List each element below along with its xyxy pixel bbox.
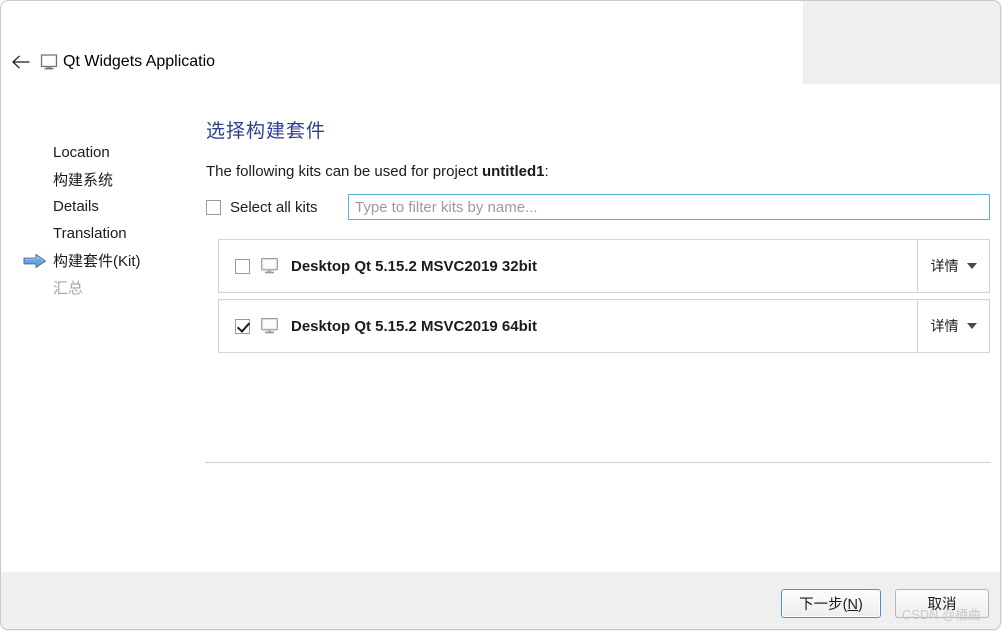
project-name: untitled1	[481, 163, 545, 180]
select-all-kits-checkbox[interactable]: Select all kits	[206, 194, 318, 221]
sidebar-item-details[interactable]: Details	[1, 193, 191, 220]
wizard-title-bar: Qt Widgets Applicatio	[0, 0, 803, 84]
kit-filter-input[interactable]	[348, 194, 990, 220]
sidebar-item-kits[interactable]: 构建套件(Kit)	[1, 247, 191, 274]
description-prefix: The following kits can be used for proje…	[206, 163, 482, 180]
wizard-title-text: Qt Widgets Applicatio	[63, 53, 216, 70]
kit-row-main[interactable]: Desktop Qt 5.15.2 MSVC2019 32bit	[219, 240, 917, 292]
next-button[interactable]: 下一步(N)	[781, 589, 881, 618]
page-description: The following kits can be used for proje…	[206, 163, 549, 180]
blue-right-arrow-icon	[23, 253, 47, 268]
back-arrow-icon	[11, 54, 31, 70]
page-title: 选择构建套件	[206, 121, 327, 142]
select-all-kits-label: Select all kits	[230, 199, 318, 216]
sidebar-item-translation[interactable]: Translation	[1, 220, 191, 247]
sidebar-item-label: 汇总	[53, 280, 84, 297]
chevron-down-icon	[966, 263, 977, 269]
kit-row[interactable]: Desktop Qt 5.15.2 MSVC2019 32bit 详情	[218, 239, 990, 293]
new-project-wizard-dialog: Qt Widgets Applicatio Location 构建系统 Deta…	[0, 0, 1002, 631]
next-label-after: )	[857, 597, 863, 613]
kit-checkbox[interactable]	[235, 318, 250, 334]
footer-separator	[205, 462, 991, 463]
sidebar-item-label: 构建套件(Kit)	[53, 253, 141, 270]
desktop-monitor-icon	[261, 318, 278, 334]
kit-filter-row: Select all kits	[206, 194, 990, 221]
desktop-monitor-icon	[261, 258, 278, 274]
description-suffix: :	[544, 163, 549, 180]
kit-row-main[interactable]: Desktop Qt 5.15.2 MSVC2019 64bit	[219, 300, 917, 352]
kit-checkbox[interactable]	[235, 258, 250, 274]
checkbox-box[interactable]	[206, 200, 221, 215]
sidebar-item-build-system[interactable]: 构建系统	[1, 166, 191, 193]
sidebar-item-label: Details	[53, 198, 99, 215]
kit-list: Desktop Qt 5.15.2 MSVC2019 32bit 详情 Desk…	[218, 239, 990, 359]
sidebar-item-label: 构建系统	[53, 172, 114, 189]
wizard-title: Qt Widgets Applicatio	[40, 48, 215, 76]
cancel-button[interactable]: 取消	[895, 589, 989, 618]
next-mnemonic: N	[847, 597, 858, 613]
sidebar-item-summary: 汇总	[1, 274, 191, 301]
sidebar-item-label: Location	[53, 144, 110, 161]
chevron-down-icon	[966, 323, 977, 329]
next-button-label: 下一步(N)	[799, 593, 863, 614]
next-label-before: 下一步(	[799, 597, 848, 613]
sidebar-item-label: Translation	[53, 225, 127, 242]
kit-details-label: 详情	[930, 318, 959, 334]
kit-details-button[interactable]: 详情	[917, 240, 989, 292]
kit-name: Desktop Qt 5.15.2 MSVC2019 64bit	[291, 317, 537, 335]
kit-details-label: 详情	[930, 258, 959, 274]
cancel-button-label: 取消	[927, 597, 957, 613]
kit-details-button[interactable]: 详情	[917, 300, 989, 352]
sidebar-item-location[interactable]: Location	[1, 139, 191, 166]
wizard-content-panel: Location 构建系统 Details Translation 构建套件(K…	[1, 84, 1001, 572]
back-button[interactable]	[8, 49, 34, 75]
qt-monitor-icon	[40, 52, 62, 72]
wizard-step-nav: Location 构建系统 Details Translation 构建套件(K…	[1, 139, 191, 301]
wizard-footer: 下一步(N) 取消	[1, 572, 1001, 630]
kit-name: Desktop Qt 5.15.2 MSVC2019 32bit	[291, 257, 537, 275]
kit-row[interactable]: Desktop Qt 5.15.2 MSVC2019 64bit 详情	[218, 299, 990, 353]
